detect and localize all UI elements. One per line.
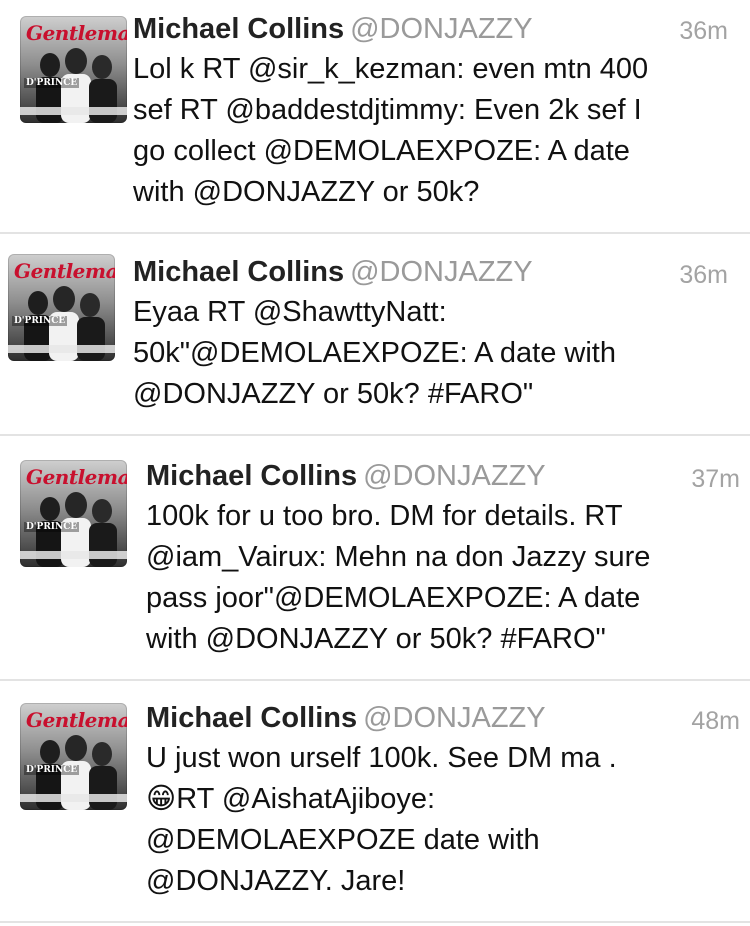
avatar-brand-text: Gentleman (26, 708, 127, 732)
avatar[interactable]: Gentleman D'PRINCE (20, 16, 127, 123)
avatar[interactable]: Gentleman D'PRINCE (20, 703, 127, 810)
tweet-text-line: 100k for u too bro. DM for details. RT (146, 500, 623, 532)
tweet-text-line: @DONJAZZY. Jare! (146, 865, 406, 897)
author-name[interactable]: Michael Collins @DONJAZZY (133, 256, 533, 289)
tweet-text-line: sef RT @baddestdjtimmy: Even 2k sef I (133, 94, 642, 126)
avatar-label: D'PRINCE (12, 316, 68, 326)
author-display-name[interactable]: Michael Collins (146, 702, 357, 734)
avatar-brand-text: Gentleman (26, 21, 127, 45)
tweet-text-line: @DONJAZZY or 50k? #FARO" (133, 378, 534, 410)
author-display-name[interactable]: Michael Collins (133, 13, 344, 45)
avatar-strip (20, 551, 127, 559)
author-name[interactable]: Michael Collins @DONJAZZY (146, 702, 546, 735)
timestamp[interactable]: 36m (679, 17, 728, 46)
tweet[interactable]: Gentleman D'PRINCE Michael Collins@DONJA… (0, 681, 750, 923)
timestamp[interactable]: 48m (691, 707, 740, 736)
tweet-text-line: 😁RT @AishatAjiboye: (146, 783, 436, 815)
author-handle[interactable]: @DONJAZZY (363, 702, 546, 734)
tweet-text-line: pass joor"@DEMOLAEXPOZE: A date (146, 582, 641, 614)
author-display-name[interactable]: Michael Collins (133, 256, 344, 288)
avatar-label: D'PRINCE (24, 78, 80, 88)
tweet-text-line: Lol k RT @sir_k_kezman: even mtn 400 (133, 53, 649, 85)
avatar[interactable]: Gentleman D'PRINCE (20, 460, 127, 567)
author-name[interactable]: Michael Collins @DONJAZZY (146, 460, 546, 493)
tweet-text-line: with @DONJAZZY or 50k? (133, 176, 480, 208)
author-handle[interactable]: @DONJAZZY (350, 13, 533, 45)
avatar[interactable]: Gentleman D'PRINCE (8, 254, 115, 361)
tweet-text: Lol k RT @sir_k_kezman: even mtn 400 sef… (133, 49, 648, 213)
author-display-name[interactable]: Michael Collins (146, 460, 357, 492)
tweet[interactable]: Gentleman D'PRINCE Michael Collins@DONJA… (0, 436, 750, 681)
tweet-text-line: 50k"@DEMOLAEXPOZE: A date with (133, 337, 616, 369)
tweet-text-line: go collect @DEMOLAEXPOZE: A date (133, 135, 630, 167)
avatar-brand-text: Gentleman (14, 259, 115, 283)
tweet-text: Eyaa RT @ShawttyNatt: 50k"@DEMOLAEXPOZE:… (133, 292, 616, 415)
author-handle[interactable]: @DONJAZZY (363, 460, 546, 492)
tweet-text-line: U just won urself 100k. See DM ma . (146, 742, 617, 774)
avatar-strip (20, 794, 127, 802)
tweet-text: 100k for u too bro. DM for details. RT @… (146, 496, 650, 660)
avatar-brand-text: Gentleman (26, 465, 127, 489)
tweet-text-line: @DEMOLAEXPOZE date with (146, 824, 540, 856)
author-name[interactable]: Michael Collins @DONJAZZY (133, 13, 533, 46)
tweet-text-line: Eyaa RT @ShawttyNatt: (133, 296, 447, 328)
avatar-label: D'PRINCE (24, 765, 80, 775)
avatar-label: D'PRINCE (24, 522, 80, 532)
timestamp[interactable]: 37m (691, 465, 740, 494)
tweet[interactable]: Gentleman D'PRINCE Michael Collins@DONJA… (0, 0, 750, 234)
tweet-text-line: with @DONJAZZY or 50k? #FARO" (146, 623, 606, 655)
timestamp[interactable]: 36m (679, 261, 728, 290)
tweet[interactable]: Gentleman D'PRINCE Michael Collins@DONJA… (0, 234, 750, 436)
avatar-strip (20, 107, 127, 115)
tweet-text: U just won urself 100k. See DM ma . 😁RT … (146, 738, 617, 902)
avatar-strip (8, 345, 115, 353)
author-handle[interactable]: @DONJAZZY (350, 256, 533, 288)
tweet-text-line: @iam_Vairux: Mehn na don Jazzy sure (146, 541, 651, 573)
